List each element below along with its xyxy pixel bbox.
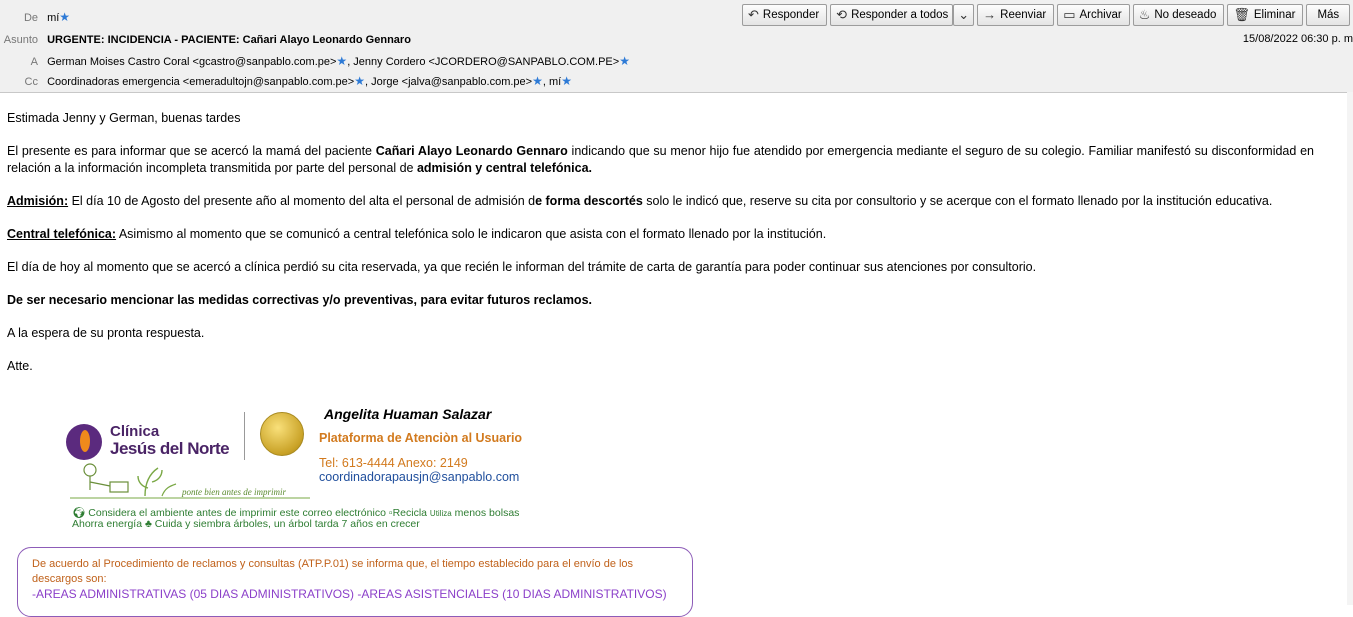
paragraph-5: De ser necesario mencionar las medidas c… <box>7 292 592 307</box>
p3-text-a: Asimismo al momento que se comunicó a ce… <box>116 226 827 241</box>
tree-icon: ♣ <box>144 518 152 530</box>
eco-text-1d: menos bolsas <box>454 507 520 519</box>
to-recipient-2[interactable]: , Jenny Cordero <JCORDERO@SANPABLO.COM.P… <box>347 56 619 68</box>
procedure-notice: De acuerdo al Procedimiento de reclamos … <box>17 547 693 617</box>
eco-text-1c: Utiliza <box>429 509 452 518</box>
central-label: Central telefónica: <box>7 226 117 241</box>
star-icon[interactable]: ★ <box>619 54 630 68</box>
archive-icon: ▭ <box>1063 7 1076 22</box>
logo-text-clinica: Clínica <box>110 423 160 440</box>
eco-text-2b: Cuida y siembra árboles, un árbol tarda … <box>154 518 420 530</box>
from-row: De mí★ <box>0 8 70 26</box>
reply-icon: ↶ <box>748 7 759 22</box>
junk-button[interactable]: ♨ No deseado <box>1132 4 1225 26</box>
p2-text-b: e forma descortés <box>535 193 643 208</box>
notice-areas: -AREAS ADMINISTRATIVAS (05 DIAS ADMINIST… <box>32 587 667 601</box>
notice-text: De acuerdo al Procedimiento de reclamos … <box>32 558 634 585</box>
cc-recipient-2[interactable]: , Jorge <jalva@sanpablo.com.pe> <box>365 76 532 88</box>
archive-button[interactable]: ▭ Archivar <box>1057 4 1130 26</box>
paragraph-admision: Admisión: El día 10 de Agosto del presen… <box>7 193 1314 210</box>
paragraph-6: A la espera de su pronta respuesta. <box>7 325 205 340</box>
to-label: A <box>30 56 38 68</box>
eco-line-2: Ahorra energía ♣ Cuida y siembra árboles… <box>72 518 420 530</box>
subject-value: URGENTE: INCIDENCIA - PACIENTE: Cañari A… <box>47 34 411 46</box>
from-value[interactable]: mí <box>47 12 59 24</box>
email-signature: Clínica Jesús del Norte Angelita Huaman … <box>66 406 706 531</box>
admision-label: Admisión: <box>7 193 69 208</box>
reply-all-button[interactable]: ⟲ Responder a todos <box>830 4 954 26</box>
message-header: De mí★ Asunto URGENTE: INCIDENCIA - PACI… <box>0 0 1353 93</box>
greeting: Estimada Jenny y German, buenas tardes <box>7 111 241 125</box>
reply-all-dropdown[interactable]: ⌄ <box>953 4 975 26</box>
paragraph-central: Central telefónica: Asimismo al momento … <box>7 226 1314 243</box>
delete-label: Eliminar <box>1253 9 1296 21</box>
message-date: 15/08/2022 06:30 p. m <box>1242 33 1353 45</box>
fire-icon: ♨ <box>1138 7 1151 22</box>
clinic-logo-icon <box>66 424 102 460</box>
cc-recipient-3[interactable]: , mí <box>543 76 561 88</box>
signature-platform: Plataforma de Atenciòn al Usuario <box>319 431 523 445</box>
paragraph-1: El presente es para informar que se acer… <box>7 143 1314 176</box>
to-row: A German Moises Castro Coral <gcastro@sa… <box>0 52 630 70</box>
star-icon[interactable]: ★ <box>336 54 347 68</box>
forward-button[interactable]: → Reenviar <box>977 4 1055 26</box>
to-recipient-1[interactable]: German Moises Castro Coral <gcastro@sanp… <box>47 56 336 68</box>
forward-icon: → <box>983 7 997 22</box>
junk-label: No deseado <box>1154 9 1217 21</box>
cc-label: Cc <box>24 76 38 88</box>
accreditation-seal-icon <box>260 412 304 456</box>
archive-label: Archivar <box>1079 9 1122 21</box>
p1-text-d: admisión y central telefónica. <box>416 160 593 175</box>
message-toolbar: ↶ Responder ⟲ Responder a todos ⌄ → Reenvia… <box>742 4 1351 26</box>
signature-email[interactable]: coordinadorapausjn@sanpablo.com <box>319 470 519 484</box>
forward-label: Reenviar <box>1000 9 1047 21</box>
trash-icon: 🗑 <box>1233 7 1250 22</box>
subject-label: Asunto <box>3 34 38 46</box>
signature-phone: Tel: 613-4444 Anexo: 2149 <box>319 456 468 470</box>
from-label: De <box>23 12 38 24</box>
signature-name: Angelita Huaman Salazar <box>324 406 492 422</box>
more-button[interactable]: Más <box>1306 4 1351 26</box>
eco-drawing-icon: ponte bien antes de imprimir <box>70 463 310 499</box>
paragraph-7: Atte. <box>7 358 33 373</box>
p2-text-a: El día 10 de Agosto del presente año al … <box>68 193 536 208</box>
reply-all-icon: ⟲ <box>836 7 848 22</box>
message-body: Estimada Jenny y German, buenas tardes E… <box>7 110 1314 391</box>
star-icon[interactable]: ★ <box>532 74 543 88</box>
cc-recipient-1[interactable]: Coordinadoras emergencia <emeradultojn@s… <box>47 76 354 88</box>
more-label: Más <box>1317 9 1340 21</box>
p2-text-c: solo le indicó que, reserve su cita por … <box>642 193 1273 208</box>
reply-label: Responder <box>762 9 820 21</box>
chevron-down-icon: ⌄ <box>958 7 970 22</box>
logo-divider <box>244 412 245 460</box>
logo-text-name: Jesús del Norte <box>110 439 230 458</box>
p1-text-a: El presente es para informar que se acer… <box>7 144 376 158</box>
reply-button[interactable]: ↶ Responder <box>742 4 828 26</box>
reply-all-label: Responder a todos <box>851 9 949 21</box>
star-icon[interactable]: ★ <box>354 74 365 88</box>
paragraph-4: El día de hoy al momento que se acercó a… <box>7 259 1037 274</box>
slogan-text: ponte bien antes de imprimir <box>181 487 286 497</box>
delete-button[interactable]: 🗑 Eliminar <box>1227 4 1304 26</box>
eco-text-2a: Ahorra energía <box>72 518 143 530</box>
star-icon[interactable]: ★ <box>561 74 572 88</box>
patient-name: Cañari Alayo Leonardo Gennaro <box>375 144 568 158</box>
vertical-scrollbar[interactable] <box>1347 92 1353 605</box>
cc-row: Cc Coordinadoras emergencia <emeradultoj… <box>0 72 572 90</box>
subject-row: Asunto URGENTE: INCIDENCIA - PACIENTE: C… <box>0 31 411 49</box>
star-icon[interactable]: ★ <box>59 10 70 24</box>
